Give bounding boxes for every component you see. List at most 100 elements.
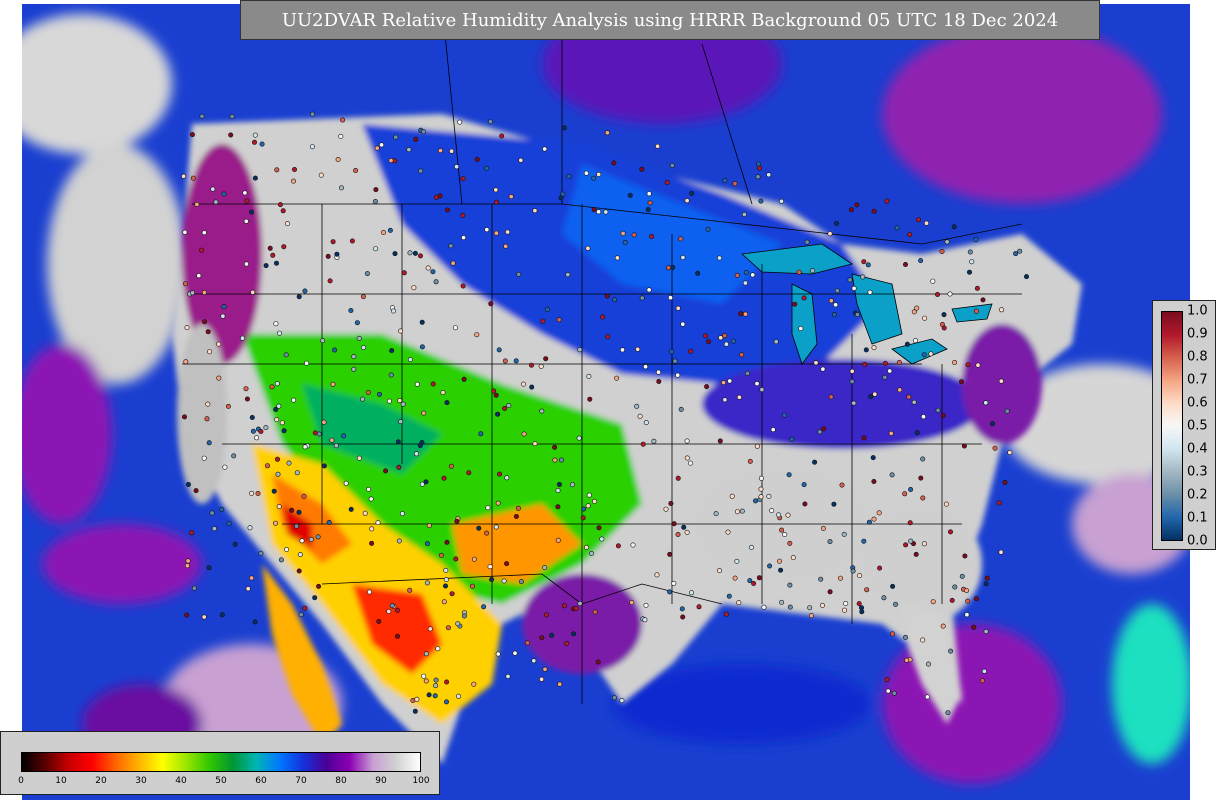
station-dot bbox=[967, 249, 973, 255]
station-dot bbox=[790, 555, 796, 561]
station-dot bbox=[561, 125, 567, 131]
station-dot bbox=[614, 255, 620, 261]
station-dot bbox=[250, 428, 256, 434]
station-dot bbox=[902, 491, 908, 497]
station-dot bbox=[962, 553, 968, 559]
obs-colorbar: 1.0 0.9 0.8 0.7 0.6 0.5 0.4 0.3 0.2 0.1 0.0 bbox=[1152, 300, 1216, 550]
station-dot bbox=[755, 161, 761, 167]
station-dot bbox=[316, 431, 322, 437]
station-dot bbox=[221, 191, 227, 197]
station-dot bbox=[577, 347, 583, 353]
station-dot bbox=[249, 575, 255, 581]
station-dot bbox=[445, 625, 451, 631]
station-dot bbox=[630, 542, 636, 548]
station-dot bbox=[849, 368, 855, 374]
obs-colorbar-gradient bbox=[1161, 311, 1183, 541]
station-dot bbox=[818, 576, 824, 582]
station-dot bbox=[394, 633, 400, 639]
station-dot bbox=[520, 381, 526, 387]
station-dot bbox=[348, 307, 354, 313]
station-dot bbox=[484, 530, 490, 536]
station-dot bbox=[904, 341, 910, 347]
station-dot bbox=[863, 347, 869, 353]
station-dot bbox=[680, 321, 686, 327]
station-dot bbox=[252, 139, 258, 145]
station-dot bbox=[552, 444, 558, 450]
station-dot bbox=[943, 501, 949, 507]
station-dot bbox=[834, 288, 840, 294]
station-dot bbox=[182, 229, 188, 235]
station-dot bbox=[556, 317, 562, 323]
station-dot bbox=[267, 245, 273, 251]
station-dot bbox=[205, 401, 211, 407]
station-dot bbox=[781, 412, 787, 418]
station-dot bbox=[413, 136, 419, 142]
station-dot bbox=[877, 565, 883, 571]
station-dot bbox=[424, 580, 430, 586]
station-dot bbox=[782, 531, 788, 537]
station-dot bbox=[427, 626, 433, 632]
station-dot bbox=[330, 381, 336, 387]
station-dot bbox=[940, 413, 946, 419]
station-dot bbox=[538, 363, 544, 369]
station-dot bbox=[678, 236, 684, 242]
station-dot bbox=[318, 172, 324, 178]
station-dot bbox=[433, 683, 439, 689]
station-dot bbox=[229, 114, 235, 120]
station-dot bbox=[529, 384, 535, 390]
station-dot bbox=[596, 171, 602, 177]
station-dot bbox=[736, 394, 742, 400]
station-dot bbox=[872, 391, 878, 397]
station-dot bbox=[388, 158, 394, 164]
station-dot bbox=[591, 175, 597, 181]
station-dot bbox=[433, 677, 439, 683]
station-dot bbox=[189, 132, 195, 138]
station-dot bbox=[779, 527, 785, 533]
station-dot bbox=[930, 599, 936, 605]
station-dot bbox=[206, 440, 212, 446]
station-dot bbox=[734, 509, 740, 515]
station-dot bbox=[454, 518, 460, 524]
station-dot bbox=[252, 175, 258, 181]
station-dot bbox=[585, 245, 591, 251]
station-dot bbox=[758, 494, 764, 500]
station-dot bbox=[249, 490, 255, 496]
station-dot bbox=[558, 457, 564, 463]
station-dot bbox=[444, 400, 450, 406]
station-dot bbox=[398, 419, 404, 425]
station-dot bbox=[258, 428, 264, 434]
station-dot bbox=[742, 311, 748, 317]
station-dot bbox=[600, 314, 606, 320]
station-dot bbox=[983, 581, 989, 587]
station-dot bbox=[902, 261, 908, 267]
station-dot bbox=[518, 579, 524, 585]
station-dot bbox=[252, 132, 258, 138]
obs-tick-label: 0.3 bbox=[1187, 464, 1208, 480]
station-dot bbox=[449, 591, 455, 597]
station-dot bbox=[540, 318, 546, 324]
station-dot bbox=[948, 648, 954, 654]
station-dot bbox=[896, 359, 902, 365]
station-dot bbox=[407, 356, 413, 362]
station-dot bbox=[643, 420, 649, 426]
obs-tick-label: 0.0 bbox=[1187, 533, 1208, 549]
station-dot bbox=[376, 618, 382, 624]
rh-tick-label: 30 bbox=[135, 776, 147, 786]
station-dot bbox=[539, 635, 545, 641]
station-dot bbox=[296, 568, 302, 574]
rh-map[interactable] bbox=[22, 4, 1190, 800]
station-dot bbox=[958, 379, 964, 385]
station-dot bbox=[491, 388, 497, 394]
station-dot bbox=[596, 209, 602, 215]
station-dot bbox=[804, 239, 810, 245]
station-dot bbox=[372, 199, 378, 205]
station-dot bbox=[810, 268, 816, 274]
station-dot bbox=[702, 333, 708, 339]
station-dot bbox=[622, 240, 628, 246]
station-dot bbox=[396, 464, 402, 470]
station-dot bbox=[802, 501, 808, 507]
station-dot bbox=[914, 305, 920, 311]
station-dot bbox=[882, 360, 888, 366]
station-dot bbox=[495, 651, 501, 657]
station-dot bbox=[360, 396, 366, 402]
